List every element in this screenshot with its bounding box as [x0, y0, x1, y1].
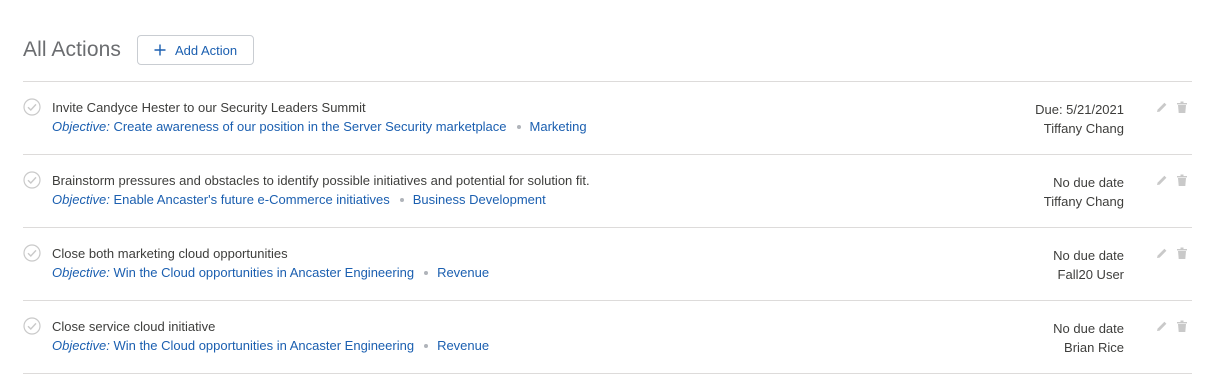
action-title: Close service cloud initiative [52, 319, 216, 334]
actions-list: Invite Candyce Hester to our Security Le… [23, 82, 1192, 374]
owner-name: Fall20 User [1057, 267, 1124, 282]
add-action-label: Add Action [174, 42, 238, 58]
due-date: Due: 5/21/2021 [1035, 102, 1124, 117]
action-details: Due: 5/21/2021 Tiffany Chang [1035, 100, 1124, 138]
due-date: No due date [1053, 321, 1124, 336]
row-actions [1148, 174, 1188, 187]
row-actions [1148, 247, 1188, 260]
action-row: Close both marketing cloud opportunities… [23, 228, 1192, 301]
row-actions [1148, 101, 1188, 114]
trash-icon[interactable] [1176, 101, 1188, 114]
pencil-icon[interactable] [1156, 247, 1168, 260]
action-meta: Objective: Win the Cloud opportunities i… [52, 338, 489, 353]
action-meta: Objective: Enable Ancaster's future e-Co… [52, 192, 546, 207]
row-actions [1148, 320, 1188, 333]
action-meta: Objective: Create awareness of our posit… [52, 119, 587, 134]
add-action-button[interactable]: Add Action [136, 35, 255, 65]
check-circle-icon[interactable] [23, 244, 41, 262]
trash-icon[interactable] [1176, 247, 1188, 260]
action-title: Brainstorm pressures and obstacles to id… [52, 173, 590, 188]
separator-dot [424, 270, 429, 275]
action-meta: Objective: Win the Cloud opportunities i… [52, 265, 489, 280]
check-circle-icon[interactable] [23, 317, 41, 335]
action-details: No due date Fall20 User [1053, 246, 1124, 284]
objective-link[interactable]: Create awareness of our position in the … [113, 119, 506, 134]
action-title: Close both marketing cloud opportunities [52, 246, 288, 261]
objective-link[interactable]: Enable Ancaster's future e-Commerce init… [113, 192, 389, 207]
separator-dot [399, 197, 404, 202]
page-title: All Actions [23, 38, 121, 61]
all-actions-page: All Actions Add Action Invite Candyce He… [0, 0, 1207, 383]
pencil-icon[interactable] [1156, 320, 1168, 333]
pencil-icon[interactable] [1156, 101, 1168, 114]
category-link[interactable]: Business Development [413, 192, 546, 207]
owner-name: Tiffany Chang [1043, 121, 1124, 136]
trash-icon[interactable] [1176, 174, 1188, 187]
header: All Actions Add Action [23, 34, 255, 66]
plus-icon [154, 44, 166, 56]
separator-dot [516, 124, 521, 129]
objective-label: Objective: [52, 119, 110, 134]
pencil-icon[interactable] [1156, 174, 1168, 187]
action-row: Close service cloud initiative Objective… [23, 301, 1192, 374]
objective-label: Objective: [52, 338, 110, 353]
owner-name: Brian Rice [1064, 340, 1124, 355]
due-date: No due date [1053, 248, 1124, 263]
action-row: Invite Candyce Hester to our Security Le… [23, 82, 1192, 155]
check-circle-icon[interactable] [23, 98, 41, 116]
category-link[interactable]: Revenue [437, 265, 489, 280]
check-circle-icon[interactable] [23, 171, 41, 189]
due-date: No due date [1053, 175, 1124, 190]
trash-icon[interactable] [1176, 320, 1188, 333]
owner-name: Tiffany Chang [1043, 194, 1124, 209]
action-row: Brainstorm pressures and obstacles to id… [23, 155, 1192, 228]
objective-label: Objective: [52, 265, 110, 280]
action-title: Invite Candyce Hester to our Security Le… [52, 100, 366, 115]
objective-link[interactable]: Win the Cloud opportunities in Ancaster … [113, 265, 414, 280]
objective-label: Objective: [52, 192, 110, 207]
category-link[interactable]: Marketing [530, 119, 587, 134]
separator-dot [424, 343, 429, 348]
category-link[interactable]: Revenue [437, 338, 489, 353]
action-details: No due date Tiffany Chang [1044, 173, 1124, 211]
action-details: No due date Brian Rice [1053, 319, 1124, 357]
objective-link[interactable]: Win the Cloud opportunities in Ancaster … [113, 338, 414, 353]
